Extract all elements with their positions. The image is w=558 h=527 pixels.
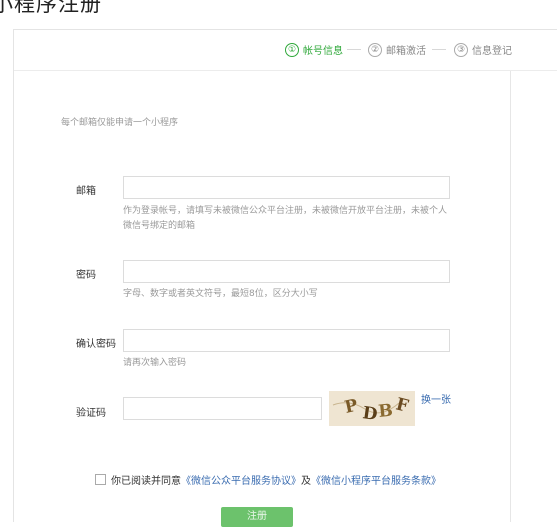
agree-checkbox[interactable] [95,474,106,485]
platform-terms-link[interactable]: 《微信小程序平台服务条款》 [311,472,441,487]
step-separator [347,49,361,50]
svg-text:F: F [394,394,411,416]
confirm-password-label: 确认密码 [76,339,116,350]
svg-text:P: P [343,396,360,418]
page-title: 小程序注册 [0,0,102,16]
step-label: 信息登记 [472,46,512,57]
email-hint: 作为登录帐号，请填写未被微信公众平台注册，未被微信开放平台注册，未被个人微信号绑… [123,206,448,231]
agreement-row: 你已阅读并同意 《微信公众平台服务协议》 及 《微信小程序平台服务条款》 [95,472,441,487]
step-number: ② [368,42,382,57]
captcha-label: 验证码 [76,408,106,419]
agreement-and: 及 [301,476,311,487]
step-number: ③ [454,42,468,57]
steps-bar: ① 帐号信息 ② 邮箱激活 ③ 信息登记 [14,30,557,71]
svg-text:B: B [377,401,393,422]
step-number: ① [285,42,299,57]
step-email-activation: ② 邮箱激活 [368,42,426,57]
captcha-refresh-link[interactable]: 换一张 [421,391,451,406]
step-info-registration: ③ 信息登记 [454,42,512,57]
registration-panel: ① 帐号信息 ② 邮箱激活 ③ 信息登记 每个邮箱仅能申请一个小程序 邮箱 作为… [13,29,557,527]
captcha-input[interactable] [123,397,322,420]
notice-text: 每个邮箱仅能申请一个小程序 [61,118,179,128]
password-label: 密码 [76,270,96,281]
step-label: 邮箱激活 [386,46,426,57]
agreement-prefix: 你已阅读并同意 [111,476,181,487]
captcha-glyphs-icon: P D B F [332,394,411,425]
register-button[interactable]: 注册 [221,507,293,527]
step-account-info: ① 帐号信息 [285,42,343,57]
password-input[interactable] [123,260,450,283]
email-input[interactable] [123,176,450,199]
confirm-password-hint: 请再次输入密码 [123,358,187,368]
email-label: 邮箱 [76,186,96,197]
step-separator [432,49,446,50]
captcha-image[interactable]: P D B F [329,391,415,426]
password-hint: 字母、数字或者英文符号，最短8位，区分大小写 [123,289,318,299]
svg-text:D: D [361,403,379,425]
service-agreement-link[interactable]: 《微信公众平台服务协议》 [181,472,301,487]
step-label: 帐号信息 [303,46,343,57]
confirm-password-input[interactable] [123,329,450,352]
